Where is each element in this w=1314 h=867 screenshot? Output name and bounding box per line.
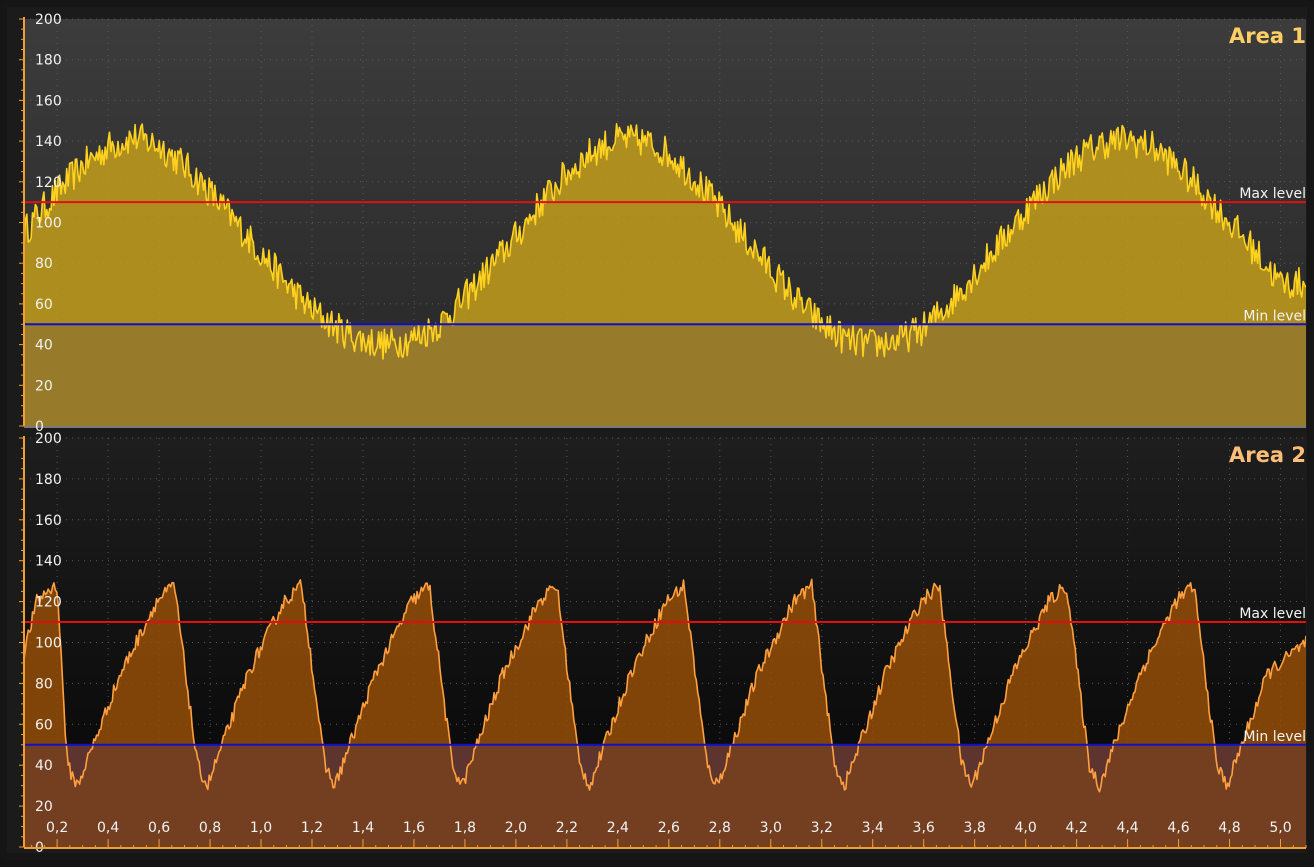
x-tick-label: 1,4 [352,820,374,836]
x-tick-label: 3,2 [811,820,833,836]
y-tick-label: 160 [35,513,62,529]
chart-canvas: Max levelMin level Max levelMin level 02… [19,12,1307,856]
x-tick-label: 2,0 [505,820,527,836]
x-tick-label: 4,4 [1116,820,1138,836]
y-tick-label: 200 [35,431,62,447]
y-tick-label: 60 [35,717,53,733]
x-tick-label: 5,0 [1269,820,1291,836]
y-tick-label: 200 [35,12,62,28]
x-tick-label: 3,0 [760,820,782,836]
y-tick-label: 60 [35,297,53,313]
y-tick-label: 180 [35,53,62,69]
x-tick-label: 3,6 [913,820,935,836]
x-tick-label: 4,6 [1167,820,1189,836]
y-tick-label: 40 [35,338,53,354]
x-tick-label: 0,2 [46,820,68,836]
x-tick-label: 4,2 [1065,820,1087,836]
y-tick-label: 120 [35,175,62,191]
y-tick-label: 140 [35,134,62,150]
x-tick-label: 2,4 [607,820,629,836]
x-tick-label: 1,6 [403,820,425,836]
y-tick-label: 40 [35,758,53,774]
x-tick-label: 4,8 [1218,820,1240,836]
x-tick-label: 1,2 [301,820,323,836]
chart-frame: Max level Min level Max level Min level 02… [0,0,1314,860]
y-tick-label: 20 [35,799,53,815]
y-tick-label: 80 [35,676,53,692]
y-tick-label: 100 [35,636,62,652]
x-tick-label: 2,2 [556,820,578,836]
x-tick-label: 4,0 [1015,820,1037,836]
min-level-band-overlay [24,324,1306,426]
x-tick-label: 3,8 [964,820,986,836]
x-tick-label: 1,0 [250,820,272,836]
area1-title: Area 1 [1229,24,1306,48]
x-tick-label: 0,4 [97,820,119,836]
y-tick-label: 140 [35,554,62,570]
x-tick-label: 0,8 [199,820,221,836]
y-tick-label: 120 [35,595,62,611]
x-tick-label: 0,6 [148,820,170,836]
max-level-label: Max level [1239,606,1306,622]
min-level-label: Min level [1243,308,1306,324]
min-level-label: Min level [1243,729,1306,745]
y-tick-label: 80 [35,256,53,272]
x-tick-label: 2,8 [709,820,731,836]
x-tick-label: 3,4 [862,820,884,836]
y-tick-label: 180 [35,472,62,488]
y-tick-label: 100 [35,216,62,232]
x-tick-label: 2,6 [658,820,680,836]
area2-title: Area 2 [1229,443,1306,467]
y-tick-label: 160 [35,93,62,109]
x-tick-label: 1,8 [454,820,476,836]
y-tick-label: 20 [35,378,53,394]
max-level-label: Max level [1239,186,1306,202]
